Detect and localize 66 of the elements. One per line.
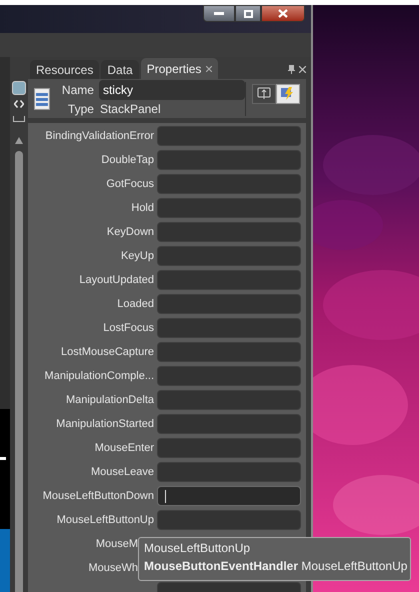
event-handler-field[interactable] [157, 366, 301, 386]
canvas-element [0, 529, 10, 592]
event-handler-field[interactable] [157, 174, 301, 194]
event-label: KeyUp [120, 248, 154, 264]
event-label: MouseLeftButtonUp [56, 512, 154, 528]
event-handler-field[interactable] [157, 414, 301, 434]
event-label: KeyDown [106, 224, 154, 240]
event-label: LayoutUpdated [79, 272, 154, 288]
type-value: StackPanel [98, 100, 162, 118]
tooltip-title: MouseLeftButtonUp [144, 541, 252, 555]
event-handler-field[interactable] [157, 342, 301, 362]
event-handler-field[interactable] [157, 294, 301, 314]
scroll-up-icon[interactable] [15, 137, 23, 144]
event-handler-field[interactable] [157, 222, 301, 242]
close-icon[interactable] [299, 66, 306, 73]
close-icon [278, 9, 288, 18]
text-cursor [165, 490, 166, 502]
lightning-icon [281, 87, 295, 100]
event-label: ManipulationComple... [44, 368, 154, 384]
spacing-icon[interactable] [13, 116, 25, 122]
panel-tab[interactable]: Properties [140, 58, 218, 79]
panel-tab[interactable]: Data [101, 60, 139, 79]
event-label: LostFocus [103, 320, 154, 336]
event-label: MouseWh [88, 560, 138, 576]
event-label: ManipulationDelta [66, 392, 154, 408]
minimize-icon [214, 12, 224, 15]
pin-icon[interactable] [288, 65, 295, 74]
properties-view-button[interactable] [252, 84, 276, 104]
properties-icon [257, 87, 271, 100]
event-label: Hold [131, 200, 154, 216]
event-label: MouseEnter [94, 440, 154, 456]
event-handler-field[interactable] [157, 150, 301, 170]
event-handler-field[interactable] [157, 318, 301, 338]
object-icon[interactable] [12, 81, 26, 95]
event-handler-field[interactable] [157, 390, 301, 410]
event-handler-field[interactable] [157, 126, 301, 146]
event-handler-field[interactable] [157, 270, 301, 290]
minimize-button[interactable] [203, 5, 235, 22]
event-label: MouseM [96, 536, 138, 552]
event-label: MouseLeftButtonDown [42, 488, 154, 504]
close-button[interactable] [261, 5, 305, 22]
restore-icon [244, 10, 252, 18]
maximize-button[interactable] [235, 5, 261, 22]
event-handler-field[interactable] [157, 486, 301, 506]
name-label: Name [62, 82, 94, 98]
scrollbar-thumb[interactable] [15, 151, 23, 592]
tooltip-signature: MouseButtonEventHandler MouseLeftButtonUp [144, 559, 405, 573]
event-label: LostMouseCapture [61, 344, 154, 360]
event-label: MouseLeave [91, 464, 154, 480]
event-label: DoubleTap [101, 152, 154, 168]
event-handler-field[interactable] [157, 510, 301, 530]
close-icon[interactable] [206, 66, 212, 72]
type-label: Type [66, 100, 94, 118]
panel-tab[interactable]: Resources [30, 60, 100, 79]
event-handler-field[interactable] [157, 462, 301, 482]
event-label: GotFocus [106, 176, 154, 192]
event-handler-field[interactable] [157, 198, 301, 218]
event-label: Loaded [117, 296, 154, 312]
events-view-button[interactable] [276, 84, 300, 104]
event-handler-field[interactable] [157, 438, 301, 458]
event-handler-field[interactable] [157, 246, 301, 266]
code-icon[interactable] [14, 100, 24, 108]
event-label: BindingValidationError [45, 128, 154, 144]
stackpanel-icon [34, 88, 50, 110]
name-field[interactable]: sticky [98, 80, 245, 100]
event-label: ManipulationStarted [56, 416, 154, 432]
